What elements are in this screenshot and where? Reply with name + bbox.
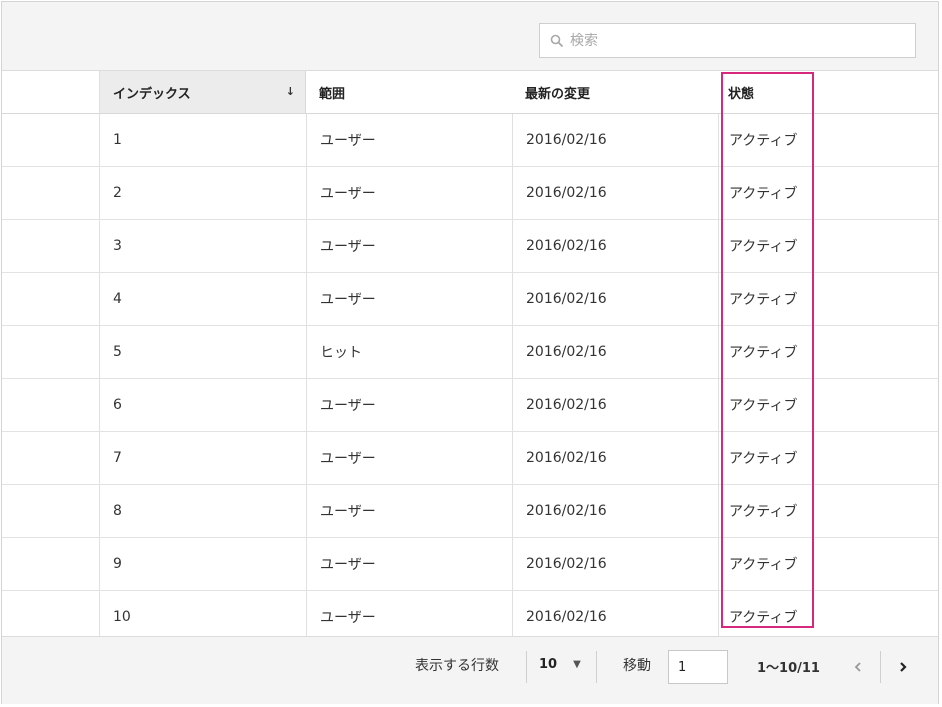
table-row[interactable]: 3 ユーザー 2016/02/16 アクティブ <box>2 220 938 273</box>
scope-cell: ユーザー <box>306 432 512 484</box>
state-cell: アクティブ <box>718 273 938 325</box>
divider <box>596 651 597 683</box>
goto-page-input[interactable] <box>668 650 728 684</box>
scope-cell: ユーザー <box>306 485 512 537</box>
index-cell: 3 <box>99 220 306 272</box>
state-cell: アクティブ <box>718 220 938 272</box>
scope-cell: ユーザー <box>306 167 512 219</box>
table-header: インデックス ↓ 範囲 最新の変更 状態 <box>2 71 938 114</box>
table-row[interactable]: 6 ユーザー 2016/02/16 アクティブ <box>2 379 938 432</box>
rows-per-page-label: 表示する行数 <box>415 658 499 674</box>
chevron-right-icon <box>900 662 907 672</box>
state-cell: アクティブ <box>718 167 938 219</box>
rows-per-page-select[interactable]: 10 ▼ <box>539 657 581 672</box>
column-header-modified[interactable]: 最新の変更 <box>512 71 718 113</box>
sort-descending-icon[interactable]: ↓ <box>286 85 295 98</box>
state-cell: アクティブ <box>718 485 938 537</box>
scope-cell: ユーザー <box>306 538 512 590</box>
table-body: 1 ユーザー 2016/02/16 アクティブ 2 ユーザー 2016/02/16 アクティブ… <box>2 114 938 644</box>
scope-cell: ユーザー <box>306 114 512 166</box>
column-header-state[interactable]: 状態 <box>718 71 938 113</box>
index-cell: 2 <box>99 167 306 219</box>
table-row[interactable]: 5 ヒット 2016/02/16 アクティブ <box>2 326 938 379</box>
page-range: 1〜10/11 <box>757 661 820 676</box>
index-cell: 1 <box>99 114 306 166</box>
modified-cell: 2016/02/16 <box>512 167 718 219</box>
data-table: インデックス ↓ 範囲 最新の変更 状態 1 ユーザー 2016/02/16 アクティ… <box>2 71 938 644</box>
previous-page-button[interactable] <box>848 655 868 679</box>
chevron-left-icon <box>854 662 861 672</box>
table-toolbar <box>2 2 938 71</box>
index-cell: 5 <box>99 326 306 378</box>
table-row[interactable]: 9 ユーザー 2016/02/16 アクティブ <box>2 538 938 591</box>
modified-cell: 2016/02/16 <box>512 220 718 272</box>
modified-cell: 2016/02/16 <box>512 273 718 325</box>
state-cell: アクティブ <box>718 379 938 431</box>
divider <box>526 651 527 683</box>
column-header-label: インデックス <box>113 86 191 102</box>
chevron-down-icon: ▼ <box>573 659 581 670</box>
scope-cell: ヒット <box>306 326 512 378</box>
column-header-index[interactable]: インデックス ↓ <box>99 71 306 113</box>
state-cell: アクティブ <box>718 538 938 590</box>
modified-cell: 2016/02/16 <box>512 538 718 590</box>
divider <box>880 651 881 683</box>
scope-cell: ユーザー <box>306 273 512 325</box>
table-row[interactable]: 1 ユーザー 2016/02/16 アクティブ <box>2 114 938 167</box>
index-cell: 9 <box>99 538 306 590</box>
table-panel: インデックス ↓ 範囲 最新の変更 状態 1ユーザー2016/02/16アクティ… <box>1 1 939 704</box>
search-box[interactable] <box>539 23 916 58</box>
modified-cell: 2016/02/16 <box>512 326 718 378</box>
index-cell: 8 <box>99 485 306 537</box>
state-cell: アクティブ <box>718 432 938 484</box>
rows-per-page-value: 10 <box>539 657 558 672</box>
state-cell: アクティブ <box>718 326 938 378</box>
table-row[interactable]: 4 ユーザー 2016/02/16 アクティブ <box>2 273 938 326</box>
column-header-scope[interactable]: 範囲 <box>306 71 512 113</box>
modified-cell: 2016/02/16 <box>512 114 718 166</box>
column-header-label: 範囲 <box>319 86 346 102</box>
table-row[interactable]: 8 ユーザー 2016/02/16 アクティブ <box>2 485 938 538</box>
index-cell: 6 <box>99 379 306 431</box>
search-icon <box>550 34 564 48</box>
scope-cell: ユーザー <box>306 379 512 431</box>
modified-cell: 2016/02/16 <box>512 485 718 537</box>
table-row[interactable]: 2 ユーザー 2016/02/16 アクティブ <box>2 167 938 220</box>
modified-cell: 2016/02/16 <box>512 379 718 431</box>
index-cell: 4 <box>99 273 306 325</box>
next-page-button[interactable] <box>893 655 913 679</box>
search-input[interactable] <box>568 31 902 50</box>
index-cell: 7 <box>99 432 306 484</box>
column-header-label: 最新の変更 <box>525 86 591 102</box>
pagination-bar: 表示する行数 10 ▼ 移動 1〜10/11 <box>2 636 938 704</box>
scope-cell: ユーザー <box>306 220 512 272</box>
column-header-label: 状態 <box>728 86 755 102</box>
modified-cell: 2016/02/16 <box>512 432 718 484</box>
table-row[interactable]: 7 ユーザー 2016/02/16 アクティブ <box>2 432 938 485</box>
state-cell: アクティブ <box>718 114 938 166</box>
goto-label: 移動 <box>623 658 651 674</box>
